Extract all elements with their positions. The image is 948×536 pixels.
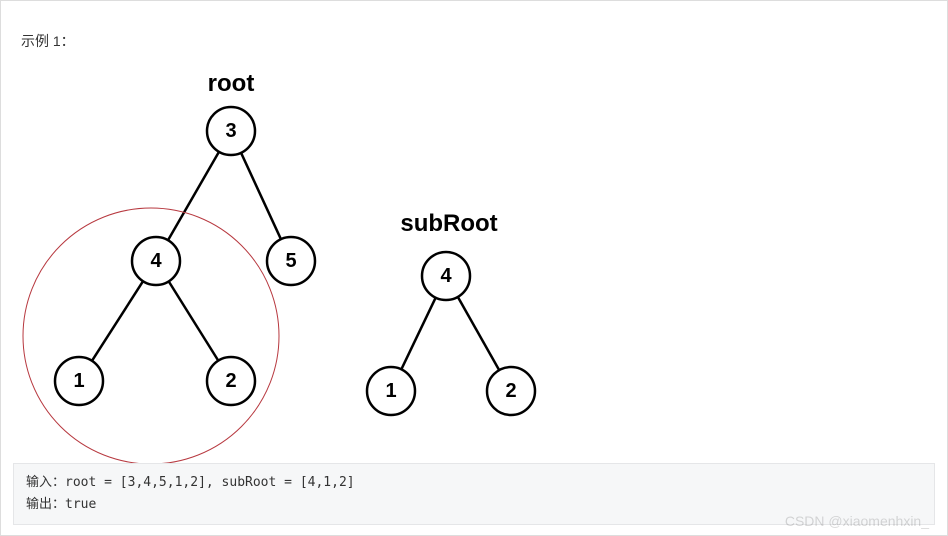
input-line: 输入：root = [3,4,5,1,2], subRoot = [4,1,2] (26, 472, 922, 494)
tree-node-value: 4 (150, 250, 162, 272)
tree-node-value: 4 (440, 265, 452, 287)
tree-title-root: root (208, 70, 255, 97)
tree-node-value: 2 (225, 370, 236, 392)
tree-diagram: 3 4 5 1 2 4 1 2 root subRoot (1, 61, 601, 481)
tree-node-value: 5 (285, 250, 296, 272)
tree-node-value: 2 (505, 380, 516, 402)
output-line: 输出：true (26, 494, 922, 516)
io-block: 输入：root = [3,4,5,1,2], subRoot = [4,1,2]… (13, 463, 935, 525)
tree-node-value: 1 (385, 380, 396, 402)
tree-node-value: 3 (225, 120, 236, 142)
example-label: 示例 1： (21, 31, 75, 51)
input-code: root = [3,4,5,1,2], subRoot = [4,1,2] (65, 475, 355, 490)
output-code: true (65, 497, 96, 512)
tree-node-value: 1 (73, 370, 84, 392)
input-label: 输入： (26, 474, 65, 489)
output-label: 输出： (26, 496, 65, 511)
tree-title-subRoot: subRoot (400, 210, 497, 237)
